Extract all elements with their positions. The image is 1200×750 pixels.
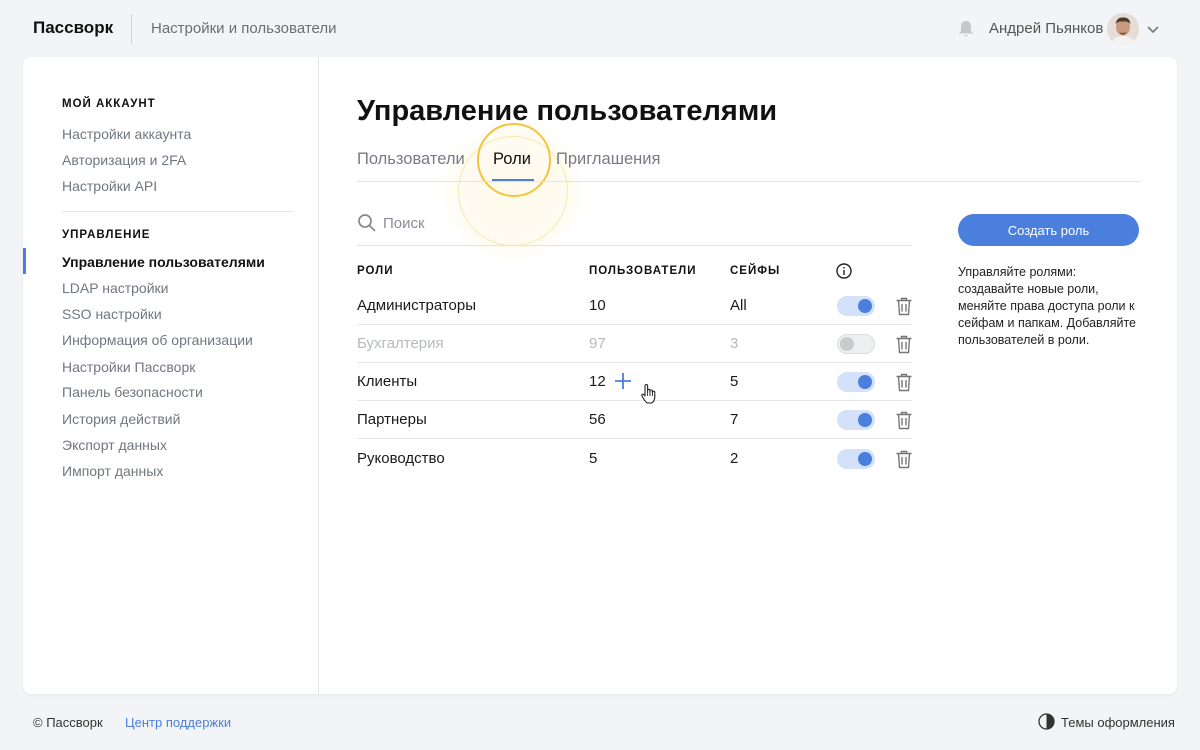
column-header-users: ПОЛЬЗОВАТЕЛИ <box>589 265 697 277</box>
role-toggle[interactable] <box>837 449 875 469</box>
trash-icon[interactable] <box>895 410 913 430</box>
add-user-icon[interactable] <box>613 371 633 391</box>
theme-contrast-icon[interactable] <box>1038 713 1055 730</box>
avatar[interactable] <box>1107 13 1139 45</box>
trash-icon[interactable] <box>895 334 913 354</box>
search-underline <box>357 245 912 246</box>
breadcrumb[interactable]: Настройки и пользователи <box>151 20 337 37</box>
role-toggle[interactable] <box>837 334 875 354</box>
table-row[interactable]: Партнеры 56 7 <box>357 401 912 439</box>
role-name: Руководство <box>357 450 445 467</box>
sidebar-item-security-dashboard[interactable]: Панель безопасности <box>62 384 203 400</box>
role-toggle[interactable] <box>837 410 875 430</box>
roles-help-text: Управляйте ролями: создавайте новые роли… <box>958 265 1136 347</box>
user-name[interactable]: Андрей Пьянков <box>989 20 1103 37</box>
tab-roles[interactable]: Роли <box>493 150 531 169</box>
toggle-knob <box>858 299 872 313</box>
sidebar-item-import[interactable]: Импорт данных <box>62 463 163 479</box>
trash-icon[interactable] <box>895 372 913 392</box>
sidebar-divider <box>62 211 292 212</box>
role-toggle[interactable] <box>837 372 875 392</box>
table-row[interactable]: Руководство 5 2 <box>357 440 912 478</box>
table-row[interactable]: Администраторы 10 All <box>357 287 912 325</box>
sidebar-item-passwork-settings[interactable]: Настройки Пассворк <box>62 359 195 375</box>
sidebar-section-account: МОЙ АККАУНТ <box>62 98 156 110</box>
tab-focus-glow <box>441 119 585 263</box>
sidebar-item-api-settings[interactable]: Настройки API <box>62 178 157 194</box>
sidebar-item-auth-2fa[interactable]: Авторизация и 2FA <box>62 152 186 168</box>
trash-icon[interactable] <box>895 296 913 316</box>
settings-card: МОЙ АККАУНТ Настройки аккаунта Авторизац… <box>23 57 1177 694</box>
role-users-count: 12 <box>589 373 606 390</box>
sidebar-item-ldap[interactable]: LDAP настройки <box>62 280 168 296</box>
page-title: Управление пользователями <box>357 95 778 127</box>
role-users-count: 56 <box>589 411 606 428</box>
brand-logo[interactable]: Пассворк <box>33 18 113 38</box>
sidebar-item-user-management[interactable]: Управление пользователями <box>62 254 265 270</box>
tab-invitations[interactable]: Приглашения <box>556 150 660 169</box>
column-header-roles: РОЛИ <box>357 265 394 277</box>
header-divider <box>131 14 132 44</box>
support-link[interactable]: Центр поддержки <box>125 715 231 730</box>
sidebar: МОЙ АККАУНТ Настройки аккаунта Авторизац… <box>23 57 319 694</box>
active-tab-underline <box>492 179 534 181</box>
role-toggle[interactable] <box>837 296 875 316</box>
role-safes-count: All <box>730 297 747 314</box>
role-users-count: 5 <box>589 450 598 467</box>
toggle-knob <box>840 337 854 351</box>
role-safes-count: 3 <box>730 335 739 352</box>
role-name: Партнеры <box>357 411 427 428</box>
table-row[interactable]: Клиенты 12 5 <box>357 363 913 404</box>
column-header-safes: СЕЙФЫ <box>730 265 781 277</box>
search-icon <box>358 214 376 232</box>
sidebar-section-manage: УПРАВЛЕНИЕ <box>62 229 151 241</box>
role-safes-count: 5 <box>730 373 739 390</box>
role-name: Клиенты <box>357 373 418 390</box>
sidebar-item-export[interactable]: Экспорт данных <box>62 437 167 453</box>
tabs-divider <box>357 181 1140 182</box>
role-users-count: 97 <box>589 335 606 352</box>
sidebar-item-activity-log[interactable]: История действий <box>62 411 180 427</box>
trash-icon[interactable] <box>895 449 913 469</box>
bell-icon[interactable] <box>956 19 976 39</box>
toggle-knob <box>858 452 872 466</box>
top-bar: Пассворк Настройки и пользователи Андрей… <box>0 0 1200 57</box>
footer-copyright: © Пассворк <box>33 715 103 730</box>
info-icon[interactable] <box>836 263 852 279</box>
create-role-button[interactable]: Создать роль <box>958 214 1139 246</box>
toggle-knob <box>858 413 872 427</box>
tab-users[interactable]: Пользователи <box>357 150 465 169</box>
role-safes-count: 2 <box>730 450 739 467</box>
sidebar-item-organization[interactable]: Информация об организации <box>62 332 253 348</box>
role-safes-count: 7 <box>730 411 739 428</box>
role-name: Бухгалтерия <box>357 335 444 352</box>
role-users-count: 10 <box>589 297 606 314</box>
sidebar-item-account-settings[interactable]: Настройки аккаунта <box>62 126 191 142</box>
table-row[interactable]: Бухгалтерия 97 3 <box>357 325 912 363</box>
search-input[interactable] <box>383 211 903 235</box>
active-indicator <box>23 248 26 274</box>
sidebar-item-sso[interactable]: SSO настройки <box>62 306 162 322</box>
themes-link[interactable]: Темы оформления <box>1061 715 1175 730</box>
chevron-down-icon[interactable] <box>1146 22 1160 36</box>
role-name: Администраторы <box>357 297 477 314</box>
toggle-knob <box>858 375 872 389</box>
